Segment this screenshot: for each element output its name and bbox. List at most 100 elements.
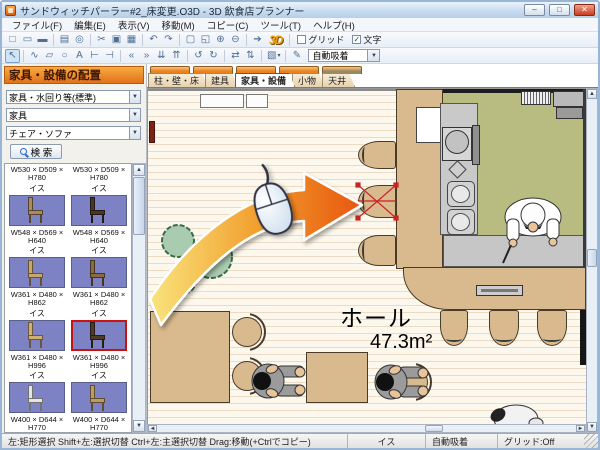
pen-button[interactable]: ✎ (289, 49, 304, 63)
furniture-item[interactable]: W548 × D569 × H640イス (7, 229, 67, 292)
bar-stool[interactable] (358, 235, 396, 266)
polygon-tool-button[interactable]: ▱ (42, 49, 57, 63)
flip-horizontal-button[interactable]: ⇄ (228, 49, 243, 63)
close-button[interactable]: ✕ (574, 4, 595, 16)
chevron-down-icon[interactable]: ▼ (129, 109, 140, 121)
zoom-out-button[interactable]: ⊖ (228, 33, 243, 47)
print-preview-button[interactable]: ◎ (72, 33, 87, 47)
furniture-item[interactable]: W530 × D509 × H780イス (69, 166, 129, 229)
chevron-down-icon[interactable]: ▼ (129, 91, 140, 103)
furniture-item[interactable]: W361 × D480 × H996イス (7, 354, 67, 417)
text-tool-button[interactable]: A (72, 49, 87, 63)
scrollbar-thumb[interactable] (587, 249, 597, 267)
furniture-item[interactable]: W361 × D480 × H996イス (69, 354, 129, 417)
scrollbar-thumb[interactable] (133, 177, 145, 235)
nudge-down-button[interactable]: ⇊ (154, 49, 169, 63)
nudge-left-button[interactable]: « (124, 49, 139, 63)
save-button[interactable]: ▬ (35, 33, 50, 47)
nudge-up-button[interactable]: ⇈ (169, 49, 184, 63)
scrollbar-thumb[interactable] (425, 425, 443, 432)
furniture-item[interactable]: W530 × D509 × H780イス (7, 166, 67, 229)
chevron-down-icon[interactable]: ▼ (129, 127, 140, 139)
select-mode-button[interactable]: ▧▾ (265, 49, 282, 63)
furniture-item[interactable]: W400 × D644 × H770イス (69, 416, 129, 433)
furniture-list-scrollbar[interactable]: ▲ ▼ (132, 163, 146, 433)
furniture-item[interactable]: W361 × D480 × H862イス (7, 291, 67, 354)
nudge-right-button[interactable]: » (139, 49, 154, 63)
item-thumbnail[interactable] (9, 320, 65, 351)
tab-建具[interactable]: 建具 (205, 73, 238, 87)
chevron-down-icon[interactable]: ▾ (277, 52, 280, 59)
scroll-down-icon[interactable]: ▼ (587, 422, 597, 432)
menu-item[interactable]: コピー(C) (201, 18, 255, 32)
text-checkbox-box[interactable]: ✓ (352, 35, 361, 44)
subcategory-select[interactable]: 家具▼ (6, 108, 141, 122)
polyline-tool-button[interactable]: ∿ (27, 49, 42, 63)
print-button[interactable]: ▤ (57, 33, 72, 47)
menu-item[interactable]: ファイル(F) (6, 18, 68, 32)
maximize-button[interactable]: □ (549, 4, 570, 16)
new-button[interactable]: □ (5, 33, 20, 47)
item-thumbnail[interactable] (9, 257, 65, 288)
dining-table[interactable] (150, 311, 230, 403)
dimension-tool-button[interactable]: ⊢ (87, 49, 102, 63)
text-checkbox[interactable]: ✓文字 (352, 33, 381, 46)
square-table[interactable] (306, 352, 368, 403)
cut-button[interactable]: ✂ (94, 33, 109, 47)
zoom-in-button[interactable]: ⊕ (213, 33, 228, 47)
item-thumbnail[interactable] (9, 195, 65, 226)
dimension-tool-2-button[interactable]: ⊣ (102, 49, 117, 63)
item-thumbnail[interactable] (9, 382, 65, 413)
3d-view-button[interactable]: 3D (265, 33, 286, 47)
round-chair[interactable] (232, 361, 262, 391)
chevron-down-icon[interactable]: ▼ (367, 50, 379, 61)
item-thumbnail-selected[interactable] (71, 320, 127, 351)
floor-plan-canvas[interactable]: ホール 47.3m² (147, 88, 586, 424)
paste-button[interactable]: ▦ (124, 33, 139, 47)
scroll-down-icon[interactable]: ▼ (133, 420, 145, 432)
furniture-item[interactable]: W361 × D480 × H862イス (69, 291, 129, 354)
horizontal-scrollbar[interactable]: ◄ ► (147, 424, 586, 433)
flip-vertical-button[interactable]: ⇅ (243, 49, 258, 63)
copy-button[interactable]: ▣ (109, 33, 124, 47)
type-select[interactable]: チェア・ソファ▼ (6, 126, 141, 140)
rotate-right-button[interactable]: ↻ (206, 49, 221, 63)
scroll-left-icon[interactable]: ◄ (148, 425, 157, 432)
menu-item[interactable]: ヘルプ(H) (307, 18, 361, 32)
bar-stool[interactable] (358, 185, 396, 218)
menu-item[interactable]: 移動(M) (155, 18, 200, 32)
bar-stool[interactable] (358, 141, 396, 169)
ellipse-tool-button[interactable]: ○ (57, 49, 72, 63)
item-thumbnail[interactable] (71, 195, 127, 226)
tab-天井[interactable]: 天井 (322, 73, 355, 87)
menu-item[interactable]: ツール(T) (254, 18, 307, 32)
menu-item[interactable]: 表示(V) (112, 18, 156, 32)
select-tool-button[interactable]: ↖ (5, 49, 20, 63)
redo-button[interactable]: ↷ (161, 33, 176, 47)
tab-小物[interactable]: 小物 (292, 73, 325, 87)
walkthrough-button[interactable]: ➔ (250, 33, 265, 47)
snap-mode-select[interactable]: 自動吸着 ▼ (308, 49, 380, 62)
rotate-left-button[interactable]: ↺ (191, 49, 206, 63)
item-thumbnail[interactable] (71, 257, 127, 288)
scroll-up-icon[interactable]: ▲ (133, 164, 145, 176)
furniture-item[interactable]: W548 × D569 × H640イス (69, 229, 129, 292)
tab-柱・壁・床[interactable]: 柱・壁・床 (148, 73, 208, 87)
undo-button[interactable]: ↶ (146, 33, 161, 47)
round-chair[interactable] (232, 317, 262, 347)
scroll-up-icon[interactable]: ▲ (587, 89, 597, 99)
tab-家具・設備[interactable]: 家具・設備 (235, 73, 295, 87)
grid-checkbox[interactable]: グリッド (297, 33, 344, 46)
vertical-scrollbar[interactable]: ▲ ▼ (586, 88, 598, 433)
bar-stool[interactable] (440, 310, 468, 346)
resize-grip[interactable] (584, 434, 598, 448)
zoom-region-button[interactable]: ◱ (198, 33, 213, 47)
menu-item[interactable]: 編集(E) (68, 18, 112, 32)
fit-view-button[interactable]: ▢ (183, 33, 198, 47)
minimize-button[interactable]: – (524, 4, 545, 16)
scroll-right-icon[interactable]: ► (576, 425, 585, 432)
open-button[interactable]: ▭ (20, 33, 35, 47)
item-thumbnail[interactable] (71, 382, 127, 413)
furniture-item[interactable]: W400 × D644 × H770イス (7, 416, 67, 433)
bar-stool[interactable] (489, 310, 519, 346)
